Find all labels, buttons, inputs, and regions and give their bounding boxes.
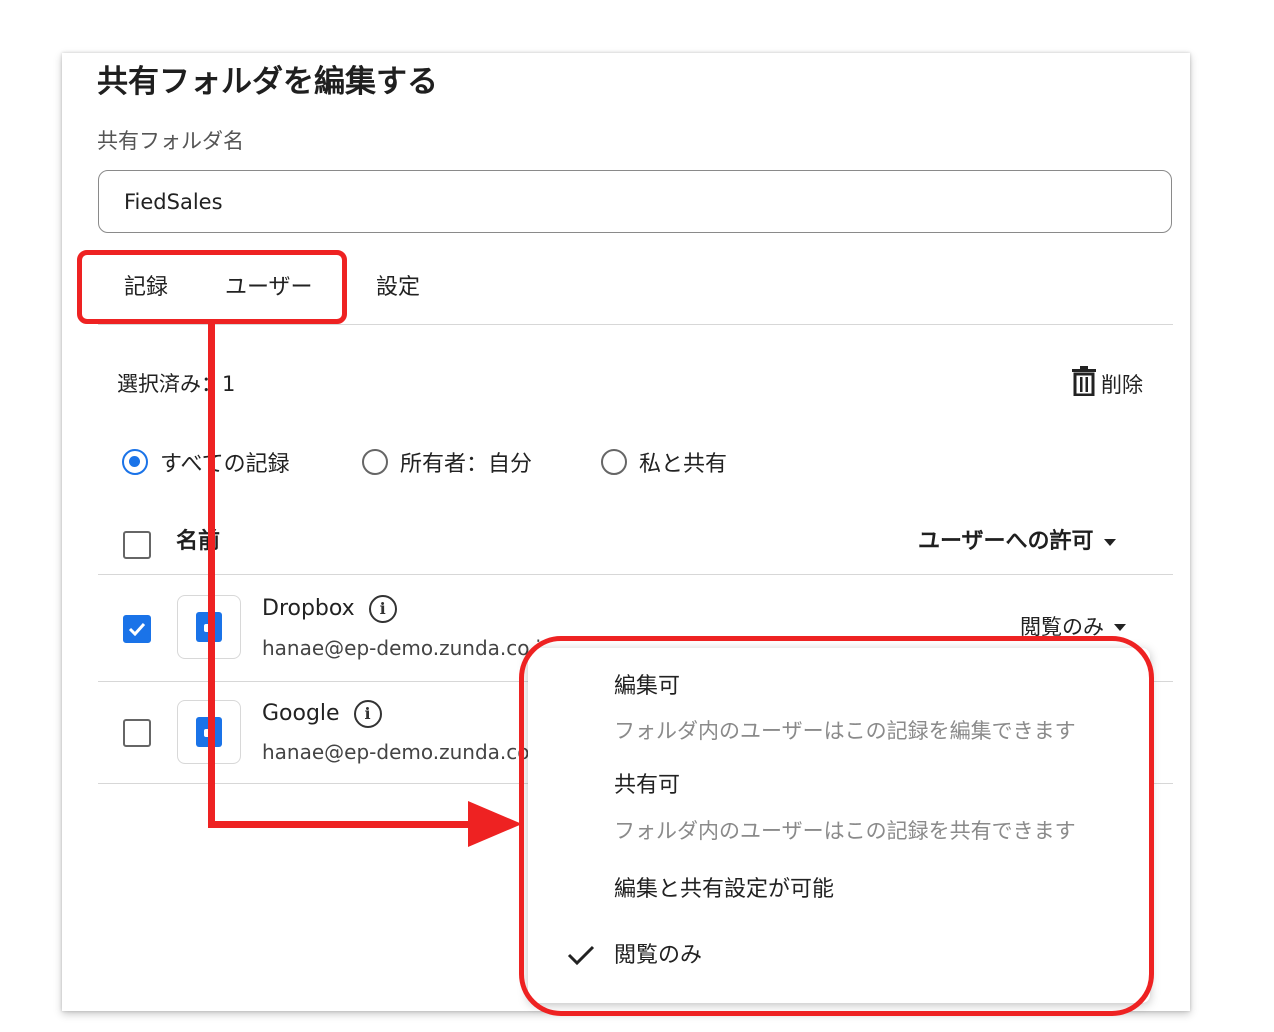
folder-name-label: 共有フォルダ名	[97, 129, 244, 153]
info-icon[interactable]: i	[353, 700, 382, 728]
check-icon	[128, 622, 146, 636]
row-checkbox[interactable]	[123, 719, 151, 747]
radio-unselected-icon	[362, 449, 388, 475]
header-divider	[98, 574, 1173, 575]
radio-unselected-icon	[601, 449, 627, 475]
folder-name-input[interactable]	[98, 170, 1172, 233]
tabs-highlight-annotation	[77, 250, 347, 324]
filter-label: すべての記録	[160, 452, 290, 477]
dialog-title: 共有フォルダを編集する	[97, 64, 438, 100]
trash-icon	[1071, 366, 1097, 404]
tab-settings[interactable]: 設定	[376, 272, 420, 304]
tab-divider	[98, 324, 1173, 325]
filter-shared-with-me[interactable]: 私と共有	[601, 446, 727, 478]
record-name: Google i	[262, 700, 382, 728]
record-title: Google	[262, 701, 340, 726]
caret-down-icon	[1103, 538, 1116, 546]
record-email: hanae@ep-demo.zunda.co	[262, 740, 530, 764]
radio-selected-icon	[122, 449, 148, 475]
record-email: hanae@ep-demo.zunda.co.i	[262, 636, 542, 660]
annotation-arrow-head	[468, 801, 522, 847]
caret-down-icon	[1114, 623, 1126, 631]
annotation-arrow-line	[208, 322, 215, 828]
record-name: Dropbox i	[262, 595, 397, 623]
filter-owned-by-me[interactable]: 所有者：自分	[362, 446, 532, 478]
delete-label: 削除	[1101, 373, 1143, 397]
filter-all-records[interactable]: すべての記録	[122, 446, 290, 478]
menu-highlight-annotation	[519, 636, 1154, 1016]
record-title: Dropbox	[262, 596, 355, 621]
filter-label: 所有者：自分	[400, 452, 533, 477]
column-header-permission[interactable]: ユーザーへの許可	[918, 527, 1116, 557]
info-icon[interactable]: i	[368, 595, 397, 623]
column-header-permission-label: ユーザーへの許可	[918, 529, 1094, 554]
filter-label: 私と共有	[639, 452, 728, 477]
selected-count: 選択済み：1	[117, 372, 236, 396]
row-checkbox[interactable]	[123, 615, 151, 643]
delete-button[interactable]: 削除	[1071, 366, 1143, 404]
annotation-arrow-line	[208, 821, 476, 828]
select-all-checkbox[interactable]	[123, 531, 151, 559]
